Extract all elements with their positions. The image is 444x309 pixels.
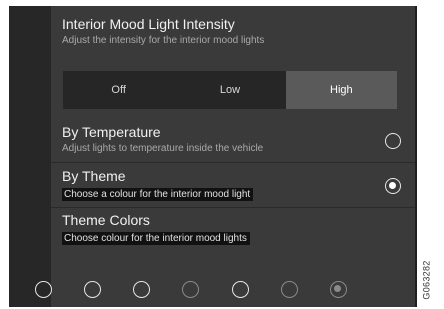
by-temperature-row[interactable]: By Temperature Adjust lights to temperat… bbox=[51, 122, 415, 162]
by-theme-radio[interactable] bbox=[385, 178, 401, 194]
theme-colors-title: Theme Colors bbox=[62, 212, 150, 228]
color-swatch-4[interactable] bbox=[182, 280, 200, 298]
intensity-header: Interior Mood Light Intensity Adjust the… bbox=[62, 16, 402, 46]
theme-colors-header: Theme Colors Choose colour for the inter… bbox=[62, 212, 402, 246]
divider bbox=[51, 162, 415, 163]
color-swatch-6[interactable] bbox=[280, 280, 298, 298]
intensity-off-button[interactable]: Off bbox=[63, 71, 174, 109]
color-swatch-2[interactable] bbox=[84, 280, 102, 298]
color-swatch-7[interactable] bbox=[329, 280, 347, 298]
theme-color-swatches bbox=[35, 279, 347, 299]
by-theme-title: By Theme bbox=[62, 168, 126, 184]
theme-colors-subtitle: Choose colour for the interior mood ligh… bbox=[62, 232, 250, 245]
by-theme-row[interactable]: By Theme Choose a colour for the interio… bbox=[51, 166, 415, 206]
image-reference-id: G063282 bbox=[420, 258, 434, 302]
color-swatch-5[interactable] bbox=[231, 280, 249, 298]
intensity-low-button[interactable]: Low bbox=[174, 71, 285, 109]
by-temperature-title: By Temperature bbox=[62, 124, 161, 140]
intensity-subtitle: Adjust the intensity for the interior mo… bbox=[62, 35, 265, 46]
by-theme-subtitle: Choose a colour for the interior mood li… bbox=[62, 188, 254, 201]
intensity-title: Interior Mood Light Intensity bbox=[62, 16, 235, 32]
settings-screen: Interior Mood Light Intensity Adjust the… bbox=[9, 6, 417, 307]
color-swatch-3[interactable] bbox=[133, 280, 151, 298]
image-id-label: G063282 bbox=[422, 260, 433, 300]
divider bbox=[51, 207, 415, 208]
intensity-segmented-control: Off Low High bbox=[63, 71, 397, 109]
by-temperature-radio[interactable] bbox=[385, 133, 401, 149]
intensity-high-button[interactable]: High bbox=[285, 71, 397, 109]
color-swatch-1[interactable] bbox=[35, 280, 52, 298]
left-sidebar bbox=[9, 6, 51, 307]
mood-light-panel: Interior Mood Light Intensity Adjust the… bbox=[51, 6, 415, 307]
by-temperature-subtitle: Adjust lights to temperature inside the … bbox=[62, 143, 264, 154]
